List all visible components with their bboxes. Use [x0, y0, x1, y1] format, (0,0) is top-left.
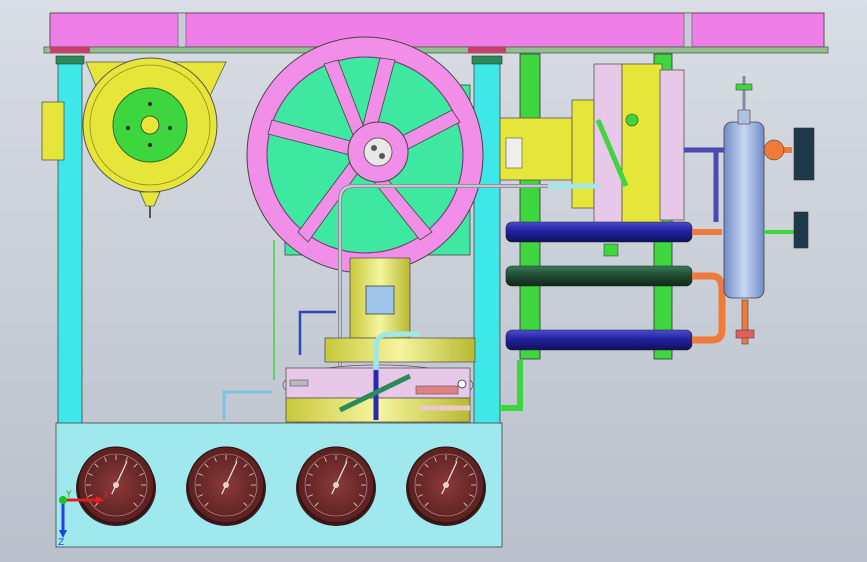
center-frame-columns	[471, 55, 503, 426]
triad-z-label: Z	[58, 538, 64, 548]
triad-y-label: Y	[65, 490, 72, 500]
pressure-gauge	[186, 446, 266, 526]
triad-x-label: X	[103, 491, 109, 501]
compressor-assembly-view: X Z Y	[0, 0, 867, 562]
top-beam	[43, 12, 829, 54]
pressure-gauge	[76, 446, 156, 526]
flywheel	[246, 36, 484, 274]
pressure-gauge	[406, 446, 486, 526]
pressure-gauge	[296, 446, 376, 526]
